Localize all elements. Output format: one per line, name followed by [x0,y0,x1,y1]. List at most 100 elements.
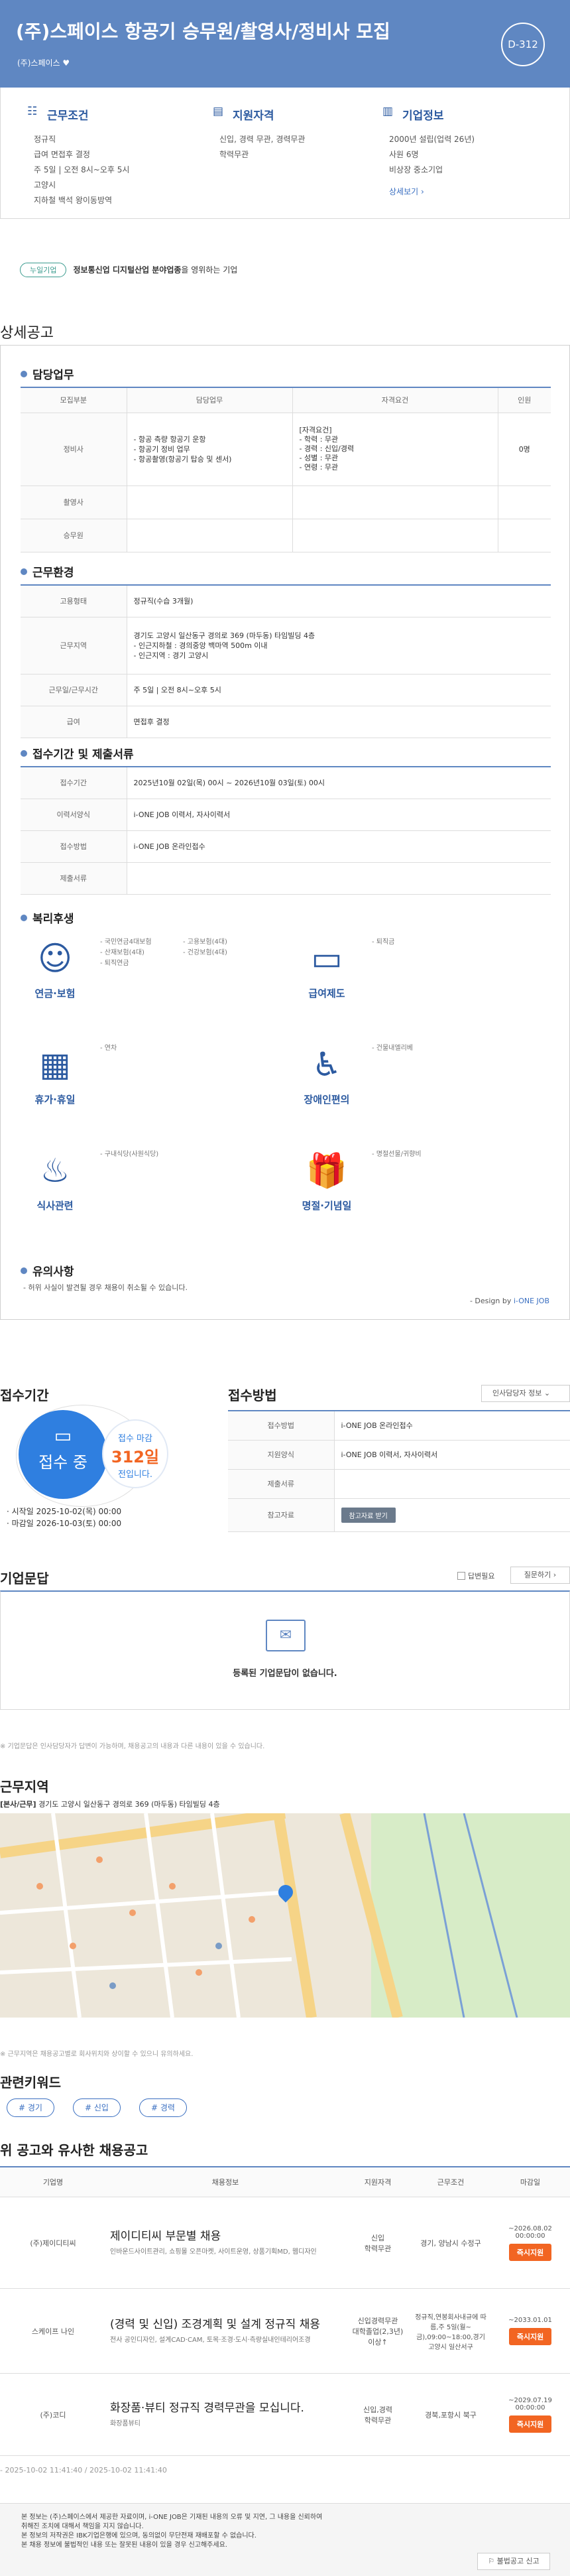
method-value: i-ONE JOB 이력서, 자사이력서 [334,1440,570,1470]
bell-icon: ⚐ [488,2557,495,2565]
env-value: 주 5일 | 오전 8시~오후 5시 [127,674,551,706]
benefit-name: 명절·기념일 [302,1200,352,1212]
similar-deadline: ~2026.08.02 00:00:00 [508,2224,552,2240]
accessibility-icon: ♿ [312,1045,342,1084]
footer-line: 본 정보는 (주)스페이스에서 제공한 자료이며, i-ONE JOB은 기재된… [21,2514,323,2521]
gift-icon: 🎁 [306,1151,348,1190]
report-button[interactable]: ⚐ 불법공고 신고 [477,2553,550,2570]
industry-notice: 누일기업 정보통신업 디지털산업 분야업종을 영위하는 기업 [20,263,237,277]
address-text: 경기도 고양시 일산동구 경의로 369 (마두동) 타임빌딩 4층 [38,1800,220,1809]
footer-line: 본 채용 정보에 불법적인 내용 또는 잘못된 내용이 있을 경우 신고해주세요… [21,2542,227,2549]
status-text: 접수 중 [38,1453,87,1472]
days-left-value: 312일 [111,1448,160,1466]
method-value: i-ONE JOB 온라인접수 [334,1411,570,1441]
apply-value: i-ONE JOB 온라인접수 [127,830,551,863]
duty-row: 정비사 - 항공 측량 항공기 운항 - 항공기 정비 업무 - 항공촬영(항공기 … [21,413,551,486]
similar-row[interactable]: (주)제이디티씨 제이디티씨 부문별 채용 인바운드사이트관리, 쇼핑몰 오픈마켓… [0,2197,570,2289]
similar-row[interactable]: 스케이프 나인 (경력 및 신입) 조경계획 및 설계 정규직 채용전사 공인디… [0,2288,570,2374]
keyword-tag[interactable]: # 경력 [139,2098,187,2117]
benefit-name: 급여제도 [308,988,345,999]
duty-line: - 항공기 정비 업무 [133,444,190,454]
qna-note: ※ 기업문답은 인사담당자가 답변이 가능하며, 채용공고의 내용과 다른 내용… [0,1743,265,1750]
notice-pill: 누일기업 [20,263,67,277]
duty-line: - 항공 측량 항공기 운항 [133,434,206,444]
similar-cond: 정규직,연봉회사내규에 따름,주 5일(월~금),09:00~18:00,경기 … [411,2288,490,2374]
similar-title: 위 공고와 유사한 채용공고 [0,2142,148,2158]
location-title: 근무지역 [0,1779,49,1795]
ask-question-button[interactable]: 질문하기 › [510,1567,570,1584]
hr-info-dropdown[interactable]: 인사담당자 정보 ⌄ [481,1385,570,1402]
location-map[interactable] [0,1813,570,2018]
benefit-entry: - 건물내엘리베 [372,1045,413,1052]
similar-qual: 신입 학력무관 [345,2197,411,2289]
days-left-circle: 접수 마감 312일 전입니다. [102,1419,168,1488]
env-line: - 인근지하철 : 경의중앙 백마역 500m 이내 [133,641,268,650]
apply-now-label: 즉시지원 [516,2248,544,2257]
apply-title: 접수기간 및 제출서류 [21,745,134,761]
similar-job-title[interactable]: 화장품·뷰티 정규직 경력무관을 모십니다. [110,2401,341,2415]
qna-empty: 등록된 기업문답이 없습니다. [233,1669,337,1679]
similar-job-sub: 전사 공인디자인, 설계CAD·CAM, 토목·조경·도시·측량실내인테리어조경 [110,2336,311,2344]
similar-company[interactable]: 스케이프 나인 [0,2288,106,2374]
keywords-title: 관련키워드 [0,2075,61,2091]
method-table: 접수방법 i-ONE JOB 온라인접수 지원양식 i-ONE JOB 이력서, 자… [228,1410,570,1532]
req-line: [자격요건] [299,426,332,434]
benefit-name: 장애인편의 [304,1094,350,1106]
duty-row: 승무원 [21,519,551,552]
benefit-name: 휴가·휴일 [34,1094,76,1106]
map-svg[interactable] [0,1813,570,2018]
env-label: 급여 [21,706,127,738]
method-title: 접수방법 [228,1387,277,1403]
apply-now-button[interactable]: 즉시지원 [508,2415,552,2433]
benefits-title: 복리후생 [21,909,74,926]
similar-job[interactable]: (경력 및 신입) 조경계획 및 설계 정규직 채용전사 공인디자인, 설계CA… [106,2288,345,2374]
duty-header: 자격요건 [292,387,498,413]
keyword-tag[interactable]: # 신입 [73,2098,121,2117]
similar-deadline: ~2033.01.01 [508,2317,552,2324]
download-button[interactable]: 참고자료 받기 [341,1507,396,1523]
duty-title: 담당업무 [21,365,74,382]
duty-part: 정비사 [21,413,127,486]
benefit-entry: - 연차 [100,1045,117,1052]
benefit-entry: - 건강보험(4대) [183,949,227,956]
benefit-entry: - 국민연금4대보험 [100,938,152,946]
similar-job[interactable]: 제이디티씨 부문별 채용 인바운드사이트관리, 쇼핑몰 오픈마켓, 사이트운영, … [106,2197,345,2289]
similar-company[interactable]: (주)코디 [0,2373,106,2456]
apply-now-button[interactable]: 즉시지원 [508,2328,552,2345]
period-start: · 시작일 2025-10-02(목) 00:00 [7,1507,122,1516]
ask-label: 질문하기 [524,1571,551,1579]
company-detail-link[interactable]: 상세보기 › [382,184,555,200]
benefit-entry: - 구내식당(사원식당) [100,1151,159,1158]
footer-line: 본 정보의 저작권은 IBK기업은행에 있으며, 동의없이 무단전재 재배포할 … [21,2532,256,2540]
similar-qual: 신입,경력 학력무관 [345,2373,411,2456]
similar-job-title[interactable]: 제이디티씨 부문별 채용 [110,2229,341,2244]
checkbox[interactable] [457,1572,465,1580]
cond-line: 급여 면접후 결정 [34,150,90,159]
benefit-item: ♨ 식사관련 - 구내식당(사원식당) [14,1149,279,1249]
similar-row[interactable]: (주)코디 화장품·뷰티 정규직 경력무관을 모십니다. 화장품뷰티 신입,경력 … [0,2373,570,2456]
qna-check[interactable]: 답변필요 [457,1571,494,1581]
dday-badge: D-312 [501,23,545,66]
location-address: [본사/근무] 경기도 고양시 일산동구 경의로 369 (마두동) 타임빌딩 … [0,1799,220,1809]
apply-now-button[interactable]: 즉시지원 [508,2243,552,2261]
method-value [334,1469,570,1499]
benefit-entry: - 퇴직연금 [100,960,129,967]
benefit-list: - 구내식당(사원식당) [100,1149,272,1160]
keyword-tag[interactable]: # 경기 [7,2098,54,2117]
days-left-suffix: 전입니다. [118,1470,152,1480]
cond-line: 고양시 [34,180,56,190]
meal-icon: ♨ [40,1151,70,1190]
similar-job[interactable]: 화장품·뷰티 정규직 경력무관을 모십니다. 화장품뷰티 [106,2373,345,2456]
chevron-down-icon: ⌄ [543,1389,551,1397]
company-link[interactable]: (주)스페이스 [17,58,60,68]
benefit-name: 연금·보험 [34,988,76,999]
location-note: ※ 근무지역은 채용공고별로 회사위치와 상이할 수 있으니 유의하세요. [0,2051,194,2058]
similar-company[interactable]: (주)제이디티씨 [0,2197,106,2289]
heart-icon[interactable]: ♥ [62,58,70,68]
benefit-list: - 퇴직금 [372,937,544,948]
conditions-title: 근무조건 [47,109,89,123]
company-name[interactable]: (주)스페이스 ♥ [17,57,70,68]
env-value: 경기도 고양시 일산동구 경의로 369 (마두동) 타임빌딩 4층 - 인근지하… [127,617,551,675]
env-value: 면접후 결정 [127,706,551,738]
similar-job-title[interactable]: (경력 및 신입) 조경계획 및 설계 정규직 채용 [110,2317,341,2332]
